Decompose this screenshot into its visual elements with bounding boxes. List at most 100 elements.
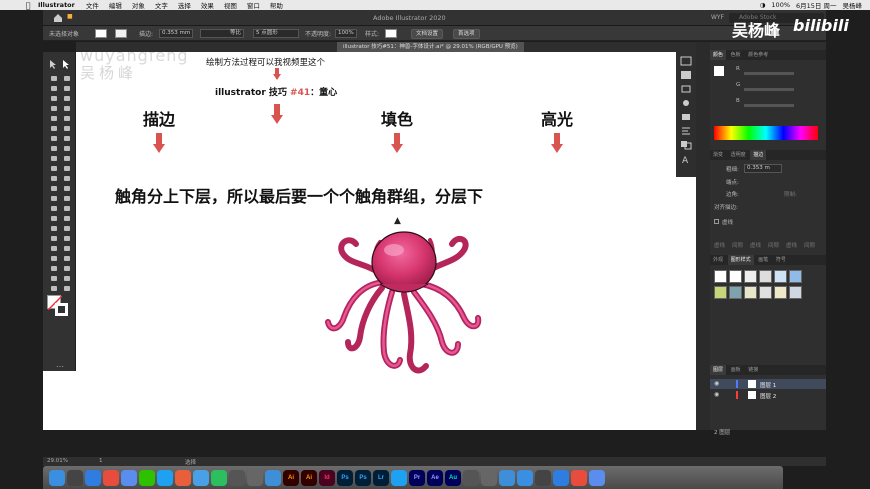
dock-launchpad-icon[interactable] — [67, 469, 83, 486]
tool-button[interactable] — [49, 134, 59, 143]
dock-au-icon[interactable]: Au — [445, 469, 461, 486]
artboard-icon[interactable] — [680, 84, 692, 94]
dock-ps-icon[interactable]: Ps — [337, 469, 353, 486]
dash-cell[interactable]: 间隙 — [768, 241, 779, 249]
graphic-style-swatch[interactable] — [759, 270, 772, 283]
tool-button[interactable] — [49, 244, 59, 253]
tool-button[interactable] — [49, 164, 59, 173]
tab-gradient[interactable]: 渐变 — [710, 150, 726, 160]
tool-button[interactable] — [49, 264, 59, 273]
dock-cc-icon[interactable] — [463, 469, 479, 486]
graphic-style-swatch[interactable] — [789, 286, 802, 299]
dashed-checkbox[interactable] — [714, 219, 719, 224]
dock-sketch-icon[interactable] — [391, 469, 407, 486]
tool-button[interactable] — [49, 114, 59, 123]
tool-button[interactable] — [62, 194, 72, 203]
symbols-icon[interactable] — [680, 98, 692, 108]
dock-id-icon[interactable]: Id — [319, 469, 335, 486]
tab-links[interactable]: 链接 — [745, 365, 761, 375]
tool-button[interactable] — [62, 94, 72, 103]
graphic-style-swatch[interactable] — [774, 286, 787, 299]
preferences-button[interactable]: 首选项 — [453, 29, 480, 39]
tool-button[interactable] — [49, 154, 59, 163]
graphic-style-swatch[interactable] — [744, 286, 757, 299]
dock-ai-icon[interactable]: Ai — [283, 469, 299, 486]
graphic-style-swatch[interactable] — [744, 270, 757, 283]
pathfinder-icon[interactable] — [680, 140, 692, 150]
layer-row-1[interactable]: ◉ 图层 1 — [710, 379, 826, 389]
tool-button[interactable] — [49, 174, 59, 183]
b-slider[interactable] — [744, 104, 794, 107]
menu-type[interactable]: 文字 — [155, 0, 168, 10]
menu-user[interactable]: 吴杨峰 — [843, 0, 863, 10]
menu-clock[interactable]: 6月15日 周一 — [796, 0, 836, 10]
tool-button[interactable] — [62, 164, 72, 173]
eye-icon[interactable]: ◉ — [714, 391, 719, 398]
more-tools-icon[interactable]: … — [56, 360, 64, 369]
dock-maps-icon[interactable] — [553, 469, 569, 486]
brush-dropdown[interactable]: 5 点圆形 — [253, 29, 299, 38]
tab-appearance[interactable]: 外观 — [710, 255, 726, 265]
dock-ga-icon[interactable] — [481, 469, 497, 486]
menu-app-name[interactable]: Illustrator — [38, 1, 75, 9]
graphic-style-swatch[interactable] — [729, 270, 742, 283]
dock-lr-icon[interactable]: Lr — [373, 469, 389, 486]
tool-button[interactable] — [49, 94, 59, 103]
graphic-style-swatch[interactable] — [714, 270, 727, 283]
character-icon[interactable]: A — [680, 154, 692, 164]
apple-icon[interactable]:  — [22, 1, 34, 10]
dash-cell[interactable]: 虚线 — [786, 241, 797, 249]
tool-button[interactable] — [49, 274, 59, 283]
tool-button[interactable] — [62, 154, 72, 163]
dock-evernote-icon[interactable] — [211, 469, 227, 486]
tool-button[interactable] — [62, 264, 72, 273]
dock-pr-icon[interactable]: Pr — [409, 469, 425, 486]
dock-paw-icon[interactable] — [175, 469, 191, 486]
graphic-style-swatch[interactable] — [774, 270, 787, 283]
tool-button[interactable] — [49, 284, 59, 293]
wifi-icon[interactable]: ◑ — [760, 1, 766, 9]
tool-button[interactable] — [62, 134, 72, 143]
battery-level[interactable]: 100% — [771, 1, 790, 9]
tool-button[interactable] — [49, 234, 59, 243]
dock-wave-icon[interactable] — [265, 469, 281, 486]
r-slider[interactable] — [744, 72, 794, 75]
opacity-field[interactable]: 100% — [335, 29, 357, 38]
graphic-style-swatch[interactable] — [729, 286, 742, 299]
menu-help[interactable]: 帮助 — [270, 0, 283, 10]
tool-button[interactable] — [49, 74, 59, 83]
tool-button[interactable] — [62, 214, 72, 223]
stroke-swatch-tool[interactable] — [55, 303, 68, 316]
dock-ae-icon[interactable]: Ae — [427, 469, 443, 486]
tab-swatches[interactable]: 色板 — [728, 50, 744, 60]
doc-setup-button[interactable]: 文档设置 — [411, 29, 444, 39]
graphic-style-swatch[interactable] — [714, 286, 727, 299]
tab-brushes[interactable]: 画笔 — [755, 255, 771, 265]
artboard-number[interactable]: 1 — [99, 458, 103, 464]
tool-button[interactable] — [62, 74, 72, 83]
tab-transparency[interactable]: 透明度 — [728, 150, 749, 160]
tool-button[interactable] — [62, 144, 72, 153]
tab-artboards[interactable]: 画板 — [728, 365, 744, 375]
tool-button[interactable] — [49, 104, 59, 113]
menu-effect[interactable]: 效果 — [201, 0, 214, 10]
tab-layers[interactable]: 图层 — [710, 365, 727, 375]
tool-button[interactable] — [49, 194, 59, 203]
g-slider[interactable] — [744, 88, 794, 91]
dock-mail-icon[interactable] — [121, 469, 137, 486]
tool-button[interactable] — [62, 234, 72, 243]
layer-row-2[interactable]: ◉ 图层 2 — [710, 390, 826, 400]
tool-button[interactable] — [62, 124, 72, 133]
align-icon[interactable] — [680, 126, 692, 136]
tool-button[interactable] — [49, 184, 59, 193]
dock-chrome-icon[interactable] — [103, 469, 119, 486]
tool-button[interactable] — [49, 214, 59, 223]
menu-select[interactable]: 选择 — [178, 0, 191, 10]
tab-graphic-styles[interactable]: 图形样式 — [727, 255, 754, 265]
tool-button[interactable] — [62, 114, 72, 123]
dash-cell[interactable]: 虚线 — [750, 241, 761, 249]
tool-button[interactable] — [62, 244, 72, 253]
tab-symbols[interactable]: 符号 — [773, 255, 789, 265]
tool-button[interactable] — [49, 84, 59, 93]
dock-mindnode-icon[interactable] — [535, 469, 551, 486]
